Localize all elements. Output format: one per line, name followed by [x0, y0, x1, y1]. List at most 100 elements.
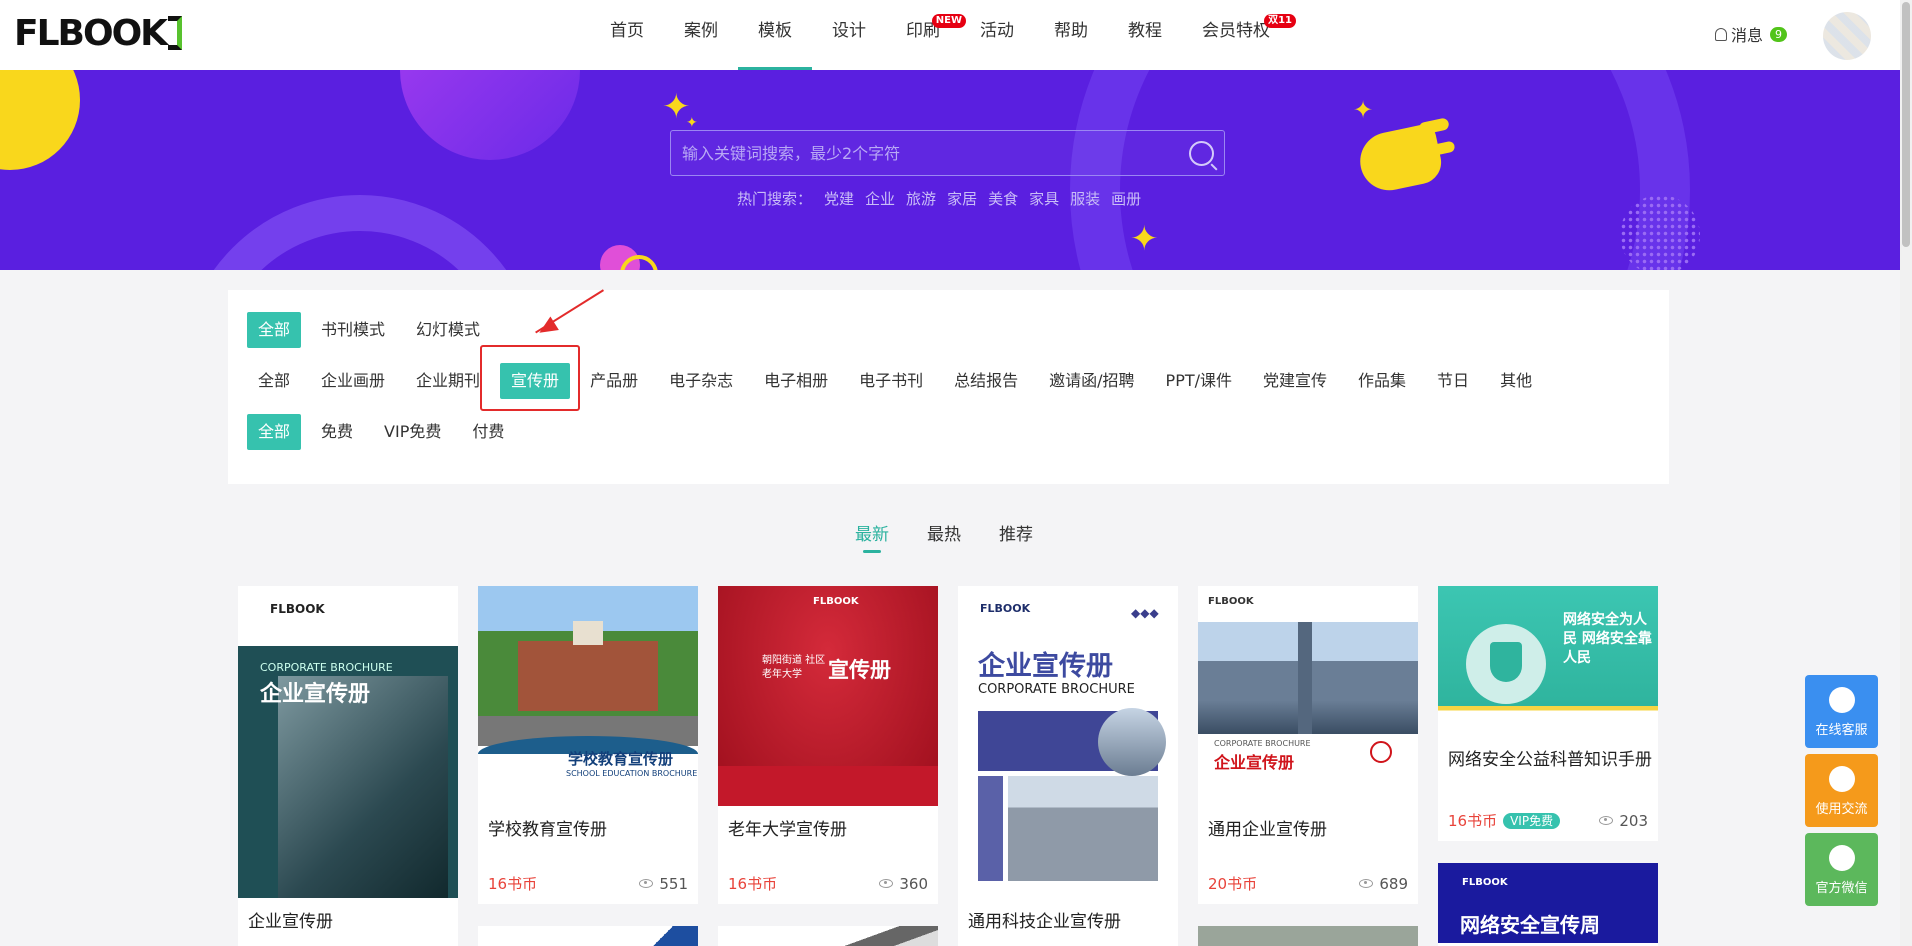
mode-book[interactable]: 书刊模式: [310, 312, 396, 348]
wechat-button[interactable]: 官方微信: [1805, 833, 1878, 906]
mode-slideshow[interactable]: 幻灯模式: [405, 312, 491, 348]
eye-icon: [639, 879, 654, 888]
messages-label: 消息: [1731, 26, 1764, 45]
hot-tag[interactable]: 家居: [947, 188, 977, 209]
search-banner: ✦ ✦ ✦ ✦ 热门搜索： 党建 企业 旅游 家居 美食 家具 服装 画册: [0, 70, 1900, 270]
hot-tag[interactable]: 画册: [1111, 188, 1141, 209]
sort-recommended[interactable]: 推荐: [999, 520, 1033, 545]
thumb-text: 宣传册: [828, 658, 891, 682]
template-card-partial[interactable]: [1198, 926, 1418, 946]
messages-link[interactable]: 消息 9: [1715, 22, 1788, 46]
thumb-text: 企业宣传册: [1214, 753, 1295, 772]
template-thumbnail: FLBOOK ◆◆◆ 企业宣传册 CORPORATE BROCHURE: [958, 586, 1178, 898]
hot-tag[interactable]: 企业: [865, 188, 895, 209]
category-e-magazine[interactable]: 电子杂志: [658, 363, 744, 399]
nav-help[interactable]: 帮助: [1034, 0, 1108, 70]
sort-hottest[interactable]: 最热: [927, 520, 961, 545]
template-title: 学校教育宣传册: [488, 820, 607, 840]
diamond-icon: ◆◆◆: [1131, 606, 1159, 620]
nav-design[interactable]: 设计: [812, 0, 886, 70]
scrollbar-thumb[interactable]: [1902, 2, 1910, 247]
hot-tag[interactable]: 美食: [988, 188, 1018, 209]
hot-tag[interactable]: 家具: [1029, 188, 1059, 209]
top-header: FLBOOK 首页 案例 模板 设计 印刷 NEW 活动 帮助 教程 会员特权 双1…: [0, 0, 1900, 70]
category-e-album[interactable]: 电子相册: [753, 363, 839, 399]
template-card-partial[interactable]: [718, 926, 938, 946]
messages-count-badge: 9: [1770, 26, 1788, 42]
search-input[interactable]: [671, 131, 1171, 175]
annotation-highlight-box: [480, 345, 580, 411]
category-report[interactable]: 总结报告: [943, 363, 1029, 399]
category-portfolio[interactable]: 作品集: [1347, 363, 1417, 399]
thumb-brand-logo: FLBOOK: [1462, 877, 1508, 888]
category-all[interactable]: 全部: [247, 363, 301, 399]
category-party[interactable]: 党建宣传: [1252, 363, 1338, 399]
user-avatar[interactable]: [1823, 12, 1871, 60]
template-card-partial[interactable]: [478, 926, 698, 946]
nav-cases[interactable]: 案例: [664, 0, 738, 70]
online-service-button[interactable]: 在线客服: [1805, 675, 1878, 748]
nav-events[interactable]: 活动: [960, 0, 1034, 70]
thumb-text: 网络安全为人民 网络安全靠人民: [1563, 612, 1652, 666]
category-ppt[interactable]: PPT/课件: [1155, 363, 1243, 399]
template-meta: 16书币 551: [488, 873, 688, 894]
template-meta: 16书币 VIP免费 203: [1448, 810, 1648, 831]
nav-templates[interactable]: 模板: [738, 0, 812, 70]
nav-membership[interactable]: 会员特权 双11: [1182, 0, 1296, 70]
template-price: 16书币: [728, 875, 778, 893]
sparkle-icon: ✦: [1130, 219, 1159, 259]
thumb-brand-logo: FLBOOK: [1208, 596, 1254, 607]
qq-icon: [1828, 687, 1855, 713]
template-card[interactable]: 学校教育宣传册 SCHOOL EDUCATION BROCHURE 学校教育宣传…: [478, 586, 698, 904]
template-card[interactable]: FLBOOK CORPORATE BROCHURE 企业宣传册 通用企业宣传册 …: [1198, 586, 1418, 904]
category-corporate-album[interactable]: 企业画册: [310, 363, 396, 399]
thumb-floor: [718, 766, 938, 806]
template-views: 551: [639, 875, 688, 893]
thumb-brand-logo: FLBOOK: [980, 602, 1031, 615]
page-scrollbar[interactable]: [1900, 0, 1912, 946]
hot-tag[interactable]: 服装: [1070, 188, 1100, 209]
search-icon[interactable]: [1189, 141, 1214, 166]
price-all[interactable]: 全部: [247, 414, 302, 450]
eye-icon: [879, 879, 894, 888]
nav-home[interactable]: 首页: [590, 0, 664, 70]
hot-tag[interactable]: 党建: [824, 188, 854, 209]
decor-yellow-blob: [0, 70, 80, 170]
hot-tag[interactable]: 旅游: [906, 188, 936, 209]
template-card[interactable]: FLBOOK 朝阳街道 社区老年大学 宣传册 老年大学宣传册 16书币 360: [718, 586, 938, 904]
price-vip-free[interactable]: VIP免费: [373, 414, 452, 450]
thumb-text: 企业宣传册: [978, 651, 1113, 682]
template-thumbnail: FLBOOK CORPORATE BROCHURE 企业宣传册: [238, 586, 458, 898]
thumb-text: 企业宣传册: [260, 682, 371, 707]
sparkle-icon: ✦: [1353, 96, 1374, 124]
thumb-text: 朝阳街道 社区老年大学: [762, 655, 826, 680]
nav-tutorials[interactable]: 教程: [1108, 0, 1182, 70]
price-paid[interactable]: 付费: [461, 414, 515, 450]
category-holiday[interactable]: 节日: [1426, 363, 1480, 399]
price-filter-row: 全部 免费 VIP免费 付费: [247, 414, 524, 450]
template-card[interactable]: 网络安全为人民 网络安全靠人民 网络安全公益科普知识手册 16书币 VIP免费 …: [1438, 586, 1658, 841]
mode-filter-row: 全部 书刊模式 幻灯模式: [247, 312, 500, 348]
sort-latest[interactable]: 最新: [855, 520, 889, 553]
hot-searches-label: 热门搜索：: [737, 190, 813, 208]
template-thumbnail: 网络安全为人民 网络安全靠人民: [1438, 586, 1658, 736]
template-thumbnail: FLBOOK 朝阳街道 社区老年大学 宣传册: [718, 586, 938, 806]
thumb-text: 学校教育宣传册: [568, 750, 674, 768]
price-free[interactable]: 免费: [310, 414, 364, 450]
category-e-book[interactable]: 电子书刊: [848, 363, 934, 399]
category-product[interactable]: 产品册: [579, 363, 649, 399]
category-filter-row: 全部 企业画册 企业期刊 宣传册 产品册 电子杂志 电子相册 电子书刊 总结报告…: [247, 363, 1552, 399]
double11-badge: 双11: [1264, 14, 1296, 28]
template-card[interactable]: FLBOOK CORPORATE BROCHURE 企业宣传册 企业宣传册: [238, 586, 458, 946]
category-corporate-journal[interactable]: 企业期刊: [405, 363, 491, 399]
nav-print[interactable]: 印刷 NEW: [886, 0, 966, 70]
category-invitation[interactable]: 邀请函/招聘: [1038, 363, 1145, 399]
mode-all[interactable]: 全部: [247, 312, 302, 348]
template-card[interactable]: FLBOOK 网络安全宣传周: [1438, 863, 1658, 946]
template-card[interactable]: FLBOOK ◆◆◆ 企业宣传册 CORPORATE BROCHURE 通用科技…: [958, 586, 1178, 946]
flbook-logo[interactable]: FLBOOK: [14, 13, 183, 54]
community-button[interactable]: 使用交流: [1805, 754, 1878, 827]
vip-free-badge: VIP免费: [1503, 812, 1561, 829]
shield-icon: [1466, 624, 1546, 704]
category-other[interactable]: 其他: [1489, 363, 1543, 399]
